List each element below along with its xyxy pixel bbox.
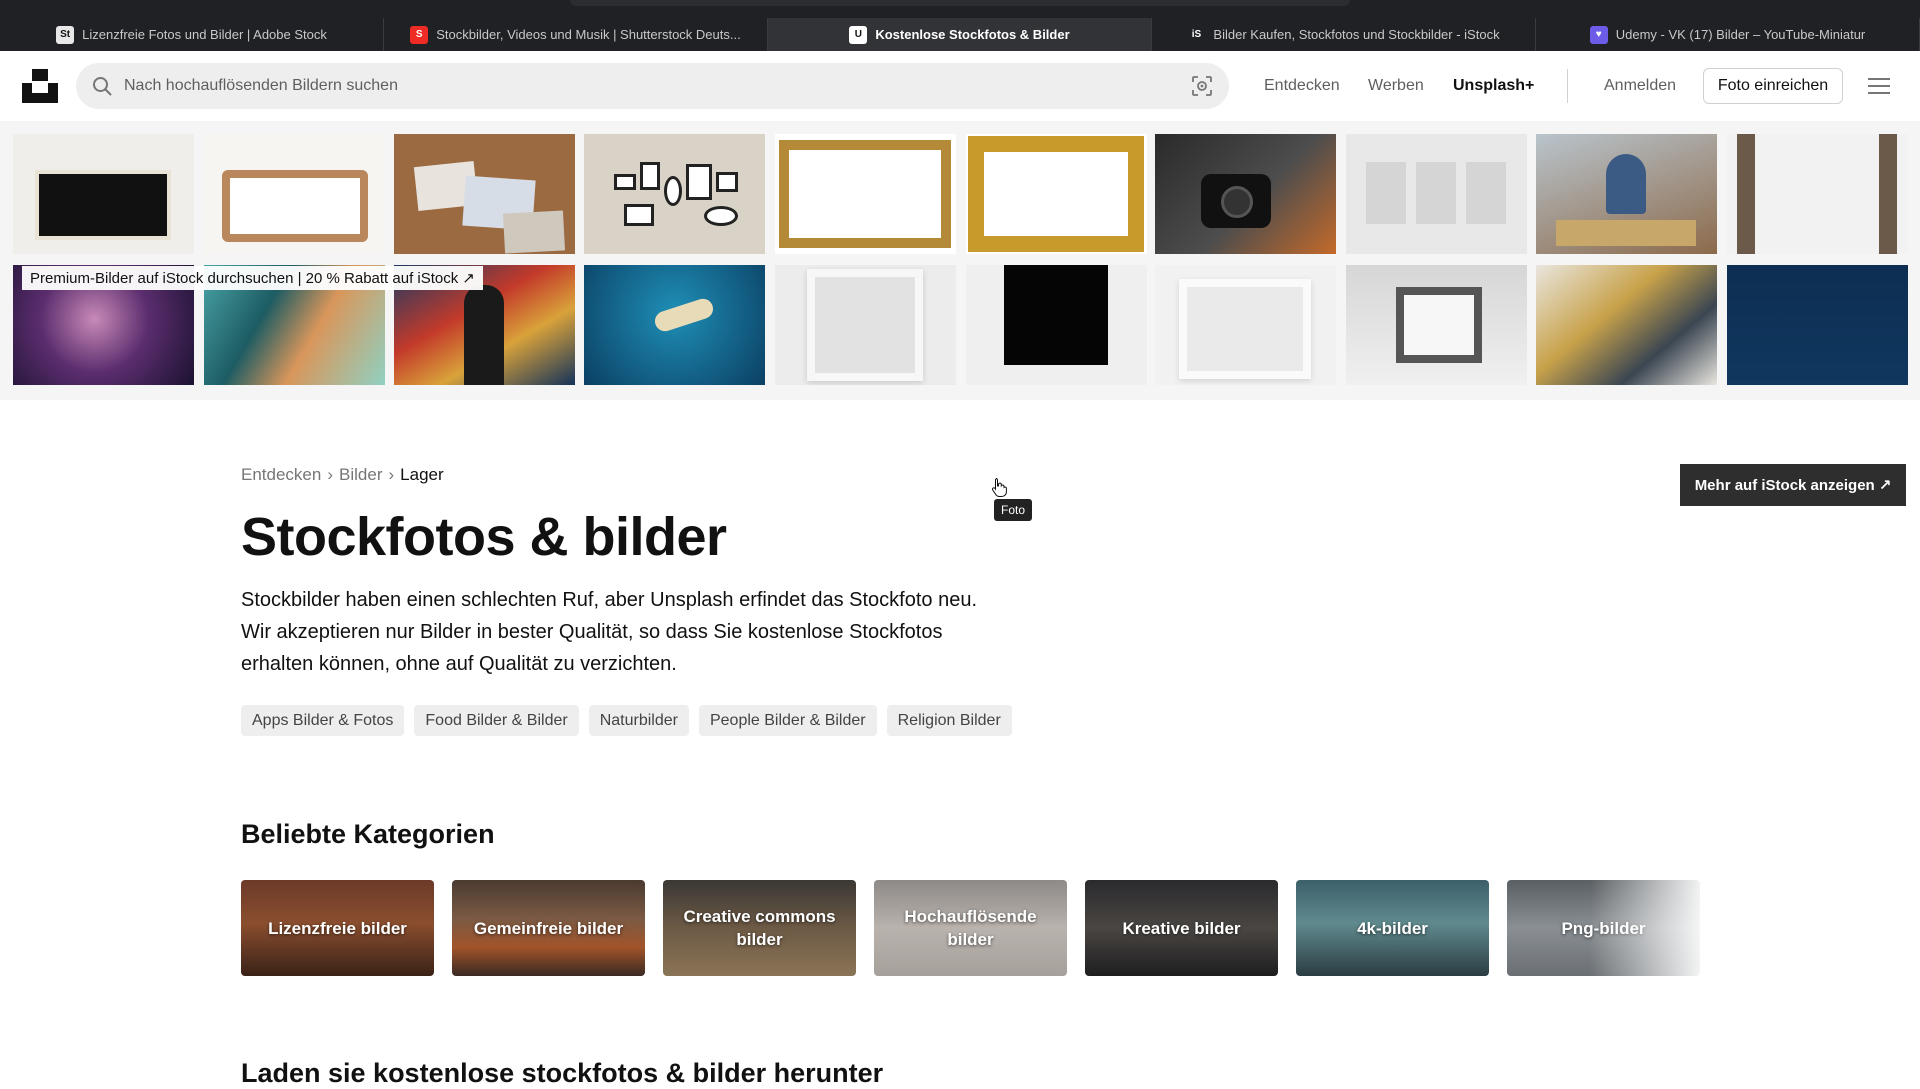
more-on-istock-button[interactable]: Mehr auf iStock anzeigen ↗ — [1680, 464, 1906, 506]
tag-people[interactable]: People Bilder & Bilder — [698, 705, 877, 736]
tab-favicon-icon: U — [849, 25, 868, 44]
banner-thumb-wooden-frame[interactable] — [1727, 134, 1908, 254]
category-label: Creative commons bilder — [683, 907, 836, 949]
browser-tab-0[interactable]: St Lizenzfreie Fotos und Bilder | Adobe S… — [0, 18, 384, 51]
banner-thumb-silver-frame[interactable] — [1346, 265, 1527, 385]
banner-thumb-dark-blue[interactable] — [1727, 265, 1908, 385]
tag-apps[interactable]: Apps Bilder & Fotos — [241, 705, 405, 736]
nav-unsplash-plus[interactable]: Unsplash+ — [1453, 51, 1534, 121]
tab-title: Kostenlose Stockfotos & Bilder — [875, 27, 1070, 42]
browser-tab-1[interactable]: S Stockbilder, Videos und Musik | Shutter… — [384, 18, 768, 51]
category-creative[interactable]: Kreative bilder — [1085, 880, 1278, 976]
breadcrumb-explore[interactable]: Entdecken — [241, 465, 321, 485]
banner-thumb-painter-woman[interactable] — [1536, 134, 1717, 254]
external-link-icon: ↗ — [1878, 477, 1892, 494]
browser-tab-3[interactable]: iS Bilder Kaufen, Stockfotos und Stockbil… — [1152, 18, 1536, 51]
tab-title: Stockbilder, Videos und Musik | Shutters… — [436, 27, 741, 42]
hamburger-menu-icon[interactable] — [1868, 76, 1890, 96]
unsplash-logo-icon[interactable] — [22, 67, 58, 103]
external-link-icon: ↗ — [462, 270, 475, 287]
visual-search-icon[interactable] — [1191, 75, 1213, 97]
breadcrumb-current: Lager — [400, 465, 444, 484]
banner-thumb-gallery-wall[interactable] — [1346, 134, 1527, 254]
nav-unsplash-plus-link[interactable]: Unsplash+ — [1453, 77, 1534, 95]
page-title: Stockfotos & bilder — [241, 507, 727, 567]
tab-title: Udemy - VK (17) Bilder – YouTube-Miniatu… — [1615, 27, 1866, 42]
search-input[interactable] — [124, 63, 1124, 109]
category-label: Hochauflösende bilder — [904, 907, 1037, 949]
browser-tab-2[interactable]: U Kostenlose Stockfotos & Bilder — [768, 18, 1152, 51]
tab-favicon-icon: S — [410, 25, 429, 44]
more-on-istock-label: Mehr auf iStock anzeigen — [1694, 476, 1875, 494]
banner-thumb-photo-collage[interactable] — [394, 134, 575, 254]
nav-explore[interactable]: Entdecken — [1264, 51, 1340, 121]
category-high-resolution[interactable]: Hochauflösende bilder — [874, 880, 1067, 976]
site-header: Entdecken Werben Unsplash+ Anmelden Foto… — [0, 51, 1920, 121]
nav-advertise-link[interactable]: Werben — [1368, 77, 1424, 95]
popular-categories-title: Beliebte Kategorien — [241, 819, 495, 849]
istock-image-banner: Premium-Bilder auf iStock durchsuchen | … — [0, 121, 1920, 521]
search-icon[interactable] — [92, 76, 112, 96]
browser-address-bar-edge — [570, 0, 1350, 6]
hand-cursor-icon — [991, 478, 1007, 497]
tab-title: Lizenzfreie Fotos und Bilder | Adobe Sto… — [82, 27, 327, 42]
banner-thumb-gold-frame[interactable] — [775, 134, 956, 254]
category-public-domain[interactable]: Gemeinfreie bilder — [452, 880, 645, 976]
banner-thumb-hanging-frame[interactable] — [1155, 265, 1336, 385]
submit-photo-button[interactable]: Foto einreichen — [1703, 68, 1843, 104]
intro-text: Stockbilder haben einen schlechten Ruf, … — [241, 589, 978, 675]
login-link[interactable]: Anmelden — [1604, 77, 1676, 95]
browser-tabs: St Lizenzfreie Fotos und Bilder | Adobe S… — [0, 18, 1920, 51]
header-divider — [1567, 69, 1568, 103]
tag-nature[interactable]: Naturbilder — [588, 705, 689, 736]
browser-tab-4[interactable]: ♥ Udemy - VK (17) Bilder – YouTube-Miniat… — [1536, 18, 1920, 51]
breadcrumb-separator: › — [327, 465, 334, 484]
search-bar[interactable] — [76, 63, 1229, 109]
breadcrumb-images[interactable]: Bilder — [339, 465, 382, 485]
istock-promo-link[interactable]: Premium-Bilder auf iStock durchsuchen | … — [22, 266, 483, 290]
download-section-title: Laden sie kostenlose stockfotos & bilder… — [241, 1058, 884, 1088]
nav-explore-link[interactable]: Entdecken — [1264, 77, 1340, 95]
category-royalty-free[interactable]: Lizenzfreie bilder — [241, 880, 434, 976]
tag-food[interactable]: Food Bilder & Bilder — [414, 705, 579, 736]
banner-thumb-frame-wall[interactable] — [584, 134, 765, 254]
browser-tab-strip: St Lizenzfreie Fotos und Bilder | Adobe S… — [0, 0, 1920, 51]
banner-thumb-gold-brushstroke[interactable] — [1536, 265, 1717, 385]
istock-promo-text: Premium-Bilder auf iStock durchsuchen | … — [30, 269, 459, 287]
banner-thumb-black-canvas[interactable] — [966, 265, 1147, 385]
banner-thumb-underwater-swimmer[interactable] — [584, 265, 765, 385]
banner-thumb-camera-laptop[interactable] — [1155, 134, 1336, 254]
banner-thumb-ornate-frame[interactable] — [204, 134, 385, 254]
nav-login[interactable]: Anmelden — [1604, 51, 1676, 121]
photo-tooltip: Foto — [994, 499, 1033, 521]
category-label: 4k-bilder — [1357, 918, 1428, 938]
tab-favicon-icon: St — [56, 25, 75, 44]
category-label: Kreative bilder — [1122, 918, 1241, 938]
category-label: Lizenzfreie bilder — [268, 918, 407, 938]
category-creative-commons[interactable]: Creative commons bilder — [663, 880, 856, 976]
nav-advertise[interactable]: Werben — [1368, 51, 1424, 121]
popular-categories-list: Lizenzfreie bilder Gemeinfreie bilder Cr… — [241, 880, 1700, 976]
category-4k[interactable]: 4k-bilder — [1296, 880, 1489, 976]
banner-thumb-black-frame[interactable] — [13, 134, 194, 254]
tab-title: Bilder Kaufen, Stockfotos und Stockbilde… — [1213, 27, 1500, 42]
category-label: Gemeinfreie bilder — [473, 918, 624, 938]
related-tags: Apps Bilder & Fotos Food Bilder & Bilder… — [241, 705, 1012, 736]
breadcrumb-separator: › — [388, 465, 395, 484]
banner-thumb-baroque-frame[interactable] — [966, 134, 1147, 254]
tag-religion[interactable]: Religion Bilder — [886, 705, 1012, 736]
tab-favicon-icon: ♥ — [1589, 25, 1608, 44]
banner-thumb-white-frame[interactable] — [775, 265, 956, 385]
tab-favicon-icon: iS — [1187, 25, 1206, 44]
carousel-fade — [1590, 870, 1710, 986]
breadcrumb: Entdecken › Bilder › Lager — [241, 465, 444, 485]
